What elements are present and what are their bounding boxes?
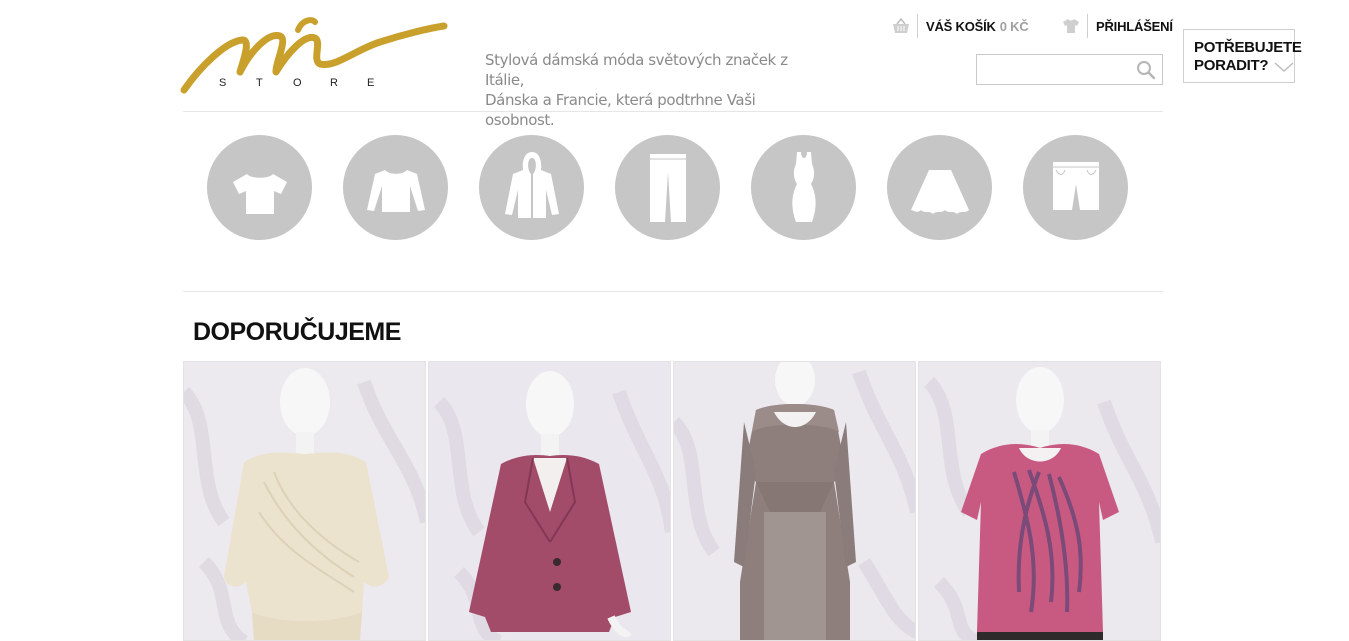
login-label: PŘIHLÁŠENÍ [1096, 18, 1173, 34]
product-grid [183, 361, 1163, 641]
tagline: Stylová dámská móda světových značek z I… [485, 50, 805, 130]
divider [183, 111, 1163, 112]
tagline-line: Dánska a Francie, která podtrhne Vaši os… [485, 91, 756, 129]
cart-amount: 0 KČ [999, 18, 1029, 34]
product-card[interactable] [428, 361, 671, 641]
skirt-icon [910, 169, 969, 214]
product-photo-pink-blazer [429, 362, 670, 640]
search-input[interactable] [977, 55, 1139, 82]
product-card[interactable] [183, 361, 426, 641]
search-icon[interactable] [1136, 60, 1156, 80]
divider [183, 291, 1163, 292]
search-box [976, 54, 1163, 85]
product-photo-grey-dress [674, 362, 915, 640]
user-tshirt-icon [1061, 16, 1081, 36]
help-button[interactable]: POTŘEBUJETE PORADIT? [1183, 29, 1302, 83]
category-dresses[interactable] [751, 135, 856, 240]
category-sweaters[interactable] [343, 135, 448, 240]
sweater-icon [366, 169, 425, 212]
category-tshirts[interactable] [207, 135, 312, 240]
logo-wordmark: STORE [219, 77, 404, 89]
cart-link[interactable]: VÁŠ KOŠÍK 0 KČ [891, 14, 1029, 38]
product-card[interactable] [918, 361, 1161, 641]
dress-icon [791, 151, 816, 222]
tagline-line: Stylová dámská móda světových značek z I… [485, 51, 788, 89]
divider [917, 14, 918, 38]
hoodie-icon [504, 151, 559, 218]
header: S T O R E Stylová dámská móda světových znač… [0, 0, 1349, 129]
shorts-icon [1052, 161, 1099, 210]
logo-letter: S [219, 77, 227, 89]
help-label-line1: POTŘEBUJETE [1194, 39, 1302, 56]
category-skirts[interactable] [887, 135, 992, 240]
category-trousers[interactable] [615, 135, 720, 240]
category-shorts[interactable] [1023, 135, 1128, 240]
product-photo-pink-tshirt [919, 362, 1160, 640]
chevron-down-icon [1274, 60, 1294, 73]
logo-letter: O [293, 77, 302, 89]
product-photo-cream-blouse [184, 362, 425, 640]
tshirt-icon [232, 173, 287, 214]
logo-letter: R [330, 77, 338, 89]
login-link[interactable]: PŘIHLÁŠENÍ [1061, 14, 1173, 38]
divider [1087, 14, 1088, 38]
cart-label: VÁŠ KOŠÍK [926, 18, 996, 34]
basket-icon [891, 16, 911, 36]
logo-letter: T [256, 77, 263, 89]
product-card[interactable] [673, 361, 916, 641]
logo-letter: E [367, 77, 375, 89]
category-jackets[interactable] [479, 135, 584, 240]
trousers-icon [649, 153, 686, 222]
section-title: DOPORUČUJEME [193, 318, 401, 346]
category-nav [207, 135, 1159, 240]
help-label-line2: PORADIT? [1194, 57, 1269, 74]
